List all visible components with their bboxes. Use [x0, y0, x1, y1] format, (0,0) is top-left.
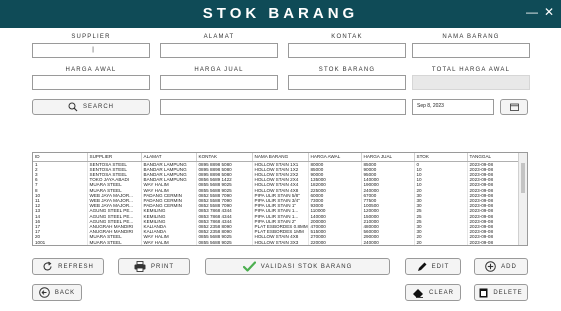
column-header[interactable]: STOK	[414, 153, 468, 162]
table-cell	[361, 244, 415, 245]
add-button-label: ADD	[501, 263, 517, 270]
column-header[interactable]: ALAMAT	[141, 153, 197, 162]
kontak-label: KONTAK	[331, 34, 363, 40]
checkmark-icon	[242, 261, 256, 272]
print-button-label: PRINT	[151, 263, 174, 270]
column-header[interactable]: KONTAK	[196, 153, 253, 162]
add-button[interactable]: ADD	[474, 258, 528, 275]
delete-button[interactable]: DELETE	[474, 284, 528, 301]
stok-barang-label: STOK BARANG	[318, 67, 376, 73]
table-body: 1 SENTOSA STEEL BANDAR LAMPUNG 0895 8898 50…	[33, 161, 520, 245]
table-cell	[141, 244, 197, 245]
table-cell	[467, 244, 520, 245]
validasi-stok-button-label: VALIDASI STOK BARANG	[260, 263, 353, 270]
edit-button[interactable]: EDIT	[405, 258, 461, 275]
refresh-button[interactable]: REFRESH	[32, 258, 104, 275]
supplier-input[interactable]: |	[32, 43, 150, 58]
search-input[interactable]	[160, 99, 406, 115]
eraser-icon	[412, 288, 424, 298]
alamat-input[interactable]	[160, 43, 278, 58]
stock-table[interactable]: ID SUPPLIER ALAMAT KONTAK NAMA BARANG HA…	[32, 152, 528, 246]
minimize-button[interactable]: —	[526, 5, 538, 19]
scrollbar-thumb[interactable]	[521, 163, 525, 193]
search-button[interactable]: SEARCH	[32, 99, 150, 115]
date-picker[interactable]: Sep 8, 2023	[412, 99, 494, 115]
table-scrollbar[interactable]	[518, 153, 527, 245]
table-cell	[87, 244, 142, 245]
table-cell: AGUNG STEEL PE...	[87, 208, 142, 214]
close-button[interactable]: ✕	[544, 5, 554, 19]
stok-barang-input[interactable]	[288, 75, 406, 90]
back-button-label: BACK	[54, 289, 76, 296]
print-button[interactable]: PRINT	[118, 258, 190, 275]
nama-barang-input[interactable]	[412, 43, 530, 58]
harga-jual-input[interactable]	[160, 75, 278, 90]
search-icon	[68, 102, 78, 112]
clear-button-label: CLEAR	[428, 289, 454, 296]
column-header[interactable]: SUPPLIER	[87, 153, 142, 162]
kontak-input[interactable]	[288, 43, 406, 58]
total-harga-awal-field	[412, 75, 530, 90]
table-cell: AGUNG STEEL PE...	[87, 213, 142, 219]
harga-awal-input[interactable]	[32, 75, 150, 90]
nama-barang-label: NAMA BARANG	[442, 34, 500, 40]
table-cell	[414, 244, 468, 245]
validasi-stok-button[interactable]: VALIDASI STOK BARANG	[205, 258, 390, 275]
column-header[interactable]: HARGA JUAL	[361, 153, 415, 162]
column-header[interactable]: HARGA AWAL	[308, 153, 362, 162]
total-harga-awal-label: TOTAL HARGA AWAL	[431, 67, 511, 73]
refresh-button-label: REFRESH	[58, 263, 94, 270]
alamat-label: ALAMAT	[203, 34, 235, 40]
window-title: STOK BARANG	[202, 5, 359, 22]
table-cell: 1002	[33, 244, 88, 245]
table-cell	[252, 244, 309, 245]
harga-jual-label: HARGA JUAL	[194, 67, 244, 73]
back-arrow-icon	[39, 287, 50, 298]
pencil-icon	[417, 262, 427, 272]
calendar-icon	[509, 103, 519, 111]
table-cell	[308, 244, 362, 245]
plus-circle-icon	[485, 261, 496, 272]
harga-awal-label: HARGA AWAL	[65, 67, 117, 73]
table-header-row: ID SUPPLIER ALAMAT KONTAK NAMA BARANG HA…	[33, 153, 520, 162]
printer-icon	[134, 261, 146, 272]
column-header[interactable]: ID	[33, 153, 88, 162]
title-bar: STOK BARANG — ✕	[0, 0, 561, 28]
column-header[interactable]: NAMA BARANG	[252, 153, 309, 162]
calendar-button[interactable]	[500, 99, 528, 115]
table-cell	[196, 244, 253, 245]
column-header[interactable]: TANGGAL	[467, 153, 520, 162]
table-row[interactable]: 1002	[33, 244, 520, 245]
supplier-label: SUPPLIER	[71, 34, 111, 40]
delete-button-label: DELETE	[493, 289, 523, 296]
clear-button[interactable]: CLEAR	[405, 284, 461, 301]
search-button-label: SEARCH	[82, 104, 114, 110]
back-button[interactable]: BACK	[32, 284, 82, 301]
edit-button-label: EDIT	[431, 263, 450, 270]
refresh-icon	[42, 261, 53, 272]
trash-icon	[479, 288, 488, 298]
